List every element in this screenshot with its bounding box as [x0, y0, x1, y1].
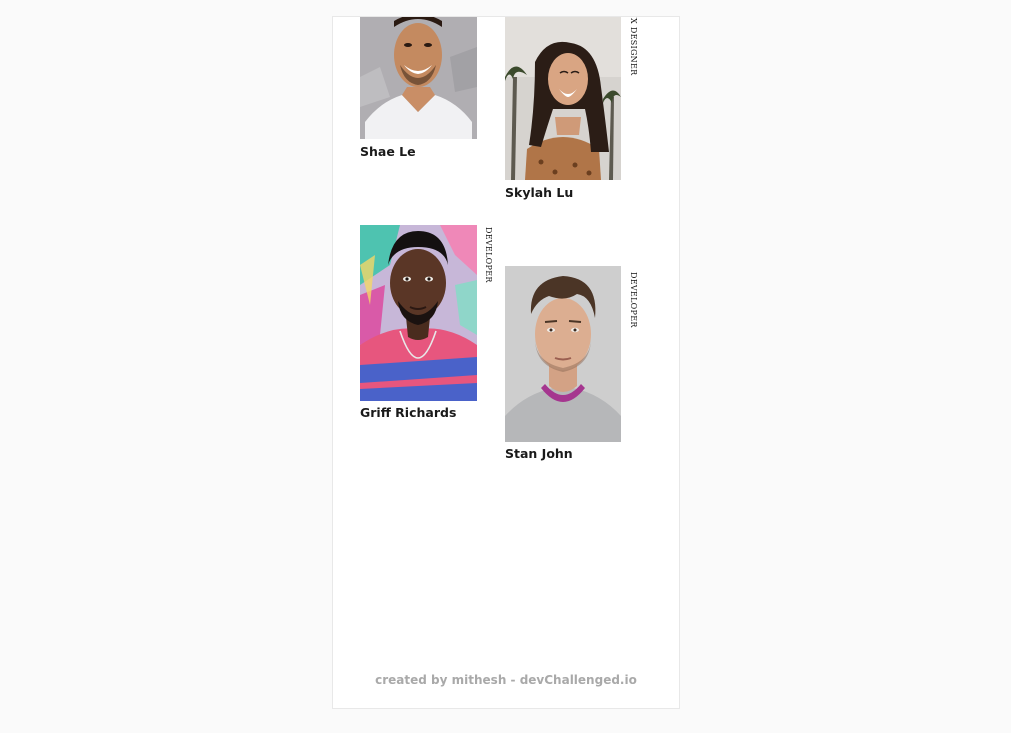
member-role: UX DESIGNER: [629, 16, 638, 76]
member-photo: [505, 266, 622, 442]
member-name: Stan John: [505, 446, 573, 461]
team-member-card: DEVELOPER Stan John: [505, 266, 645, 466]
member-role: DEVELOPER: [484, 227, 493, 283]
member-photo: [505, 17, 622, 180]
team-member-card: DEVELOPER Griff Richards: [360, 225, 500, 425]
footer-credit: created by mithesh - devChallenged.io: [375, 673, 637, 687]
member-photo: [360, 225, 477, 401]
member-name: Skylah Lu: [505, 185, 574, 200]
team-panel: Shae Le UX DESIGNER Skylah Lu DEVELOPER …: [332, 16, 680, 709]
member-photo: [360, 17, 477, 139]
team-member-card: UX DESIGNER Skylah Lu: [505, 17, 645, 207]
member-name: Shae Le: [360, 144, 416, 159]
team-member-card: Shae Le: [360, 17, 500, 167]
member-name: Griff Richards: [360, 405, 457, 420]
member-role: DEVELOPER: [629, 272, 638, 328]
